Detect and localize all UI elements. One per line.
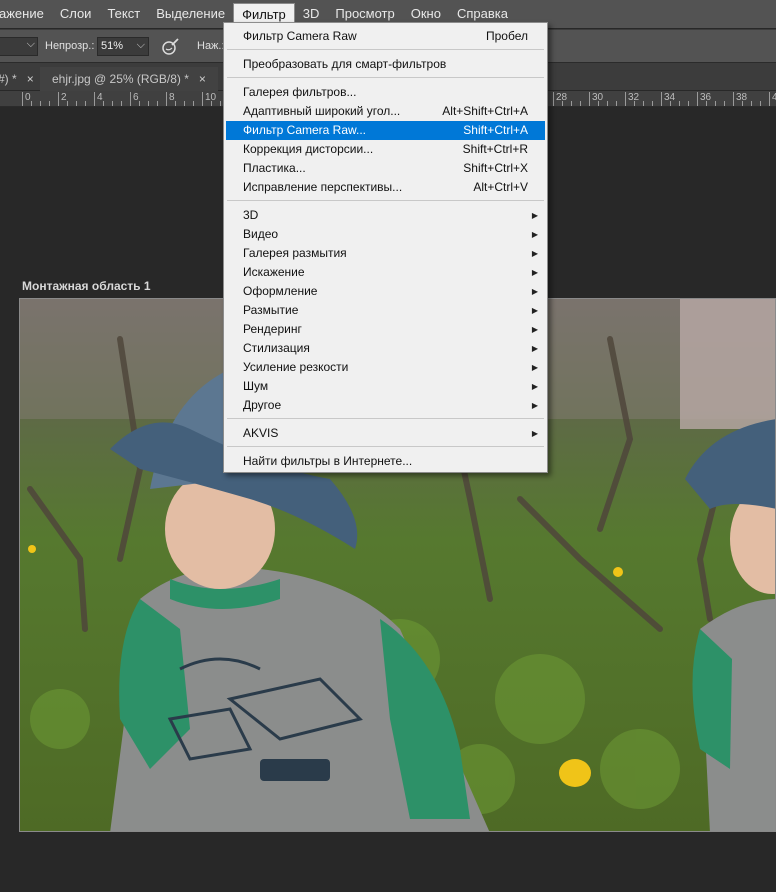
ruler-label: 28 bbox=[556, 92, 568, 103]
menu-item-akvis[interactable]: AKVIS ▶ bbox=[226, 424, 545, 443]
menu-separator bbox=[227, 418, 544, 419]
submenu-arrow-icon: ▶ bbox=[531, 249, 538, 258]
submenu-arrow-icon: ▶ bbox=[531, 429, 538, 438]
close-icon[interactable]: × bbox=[27, 72, 34, 86]
submenu-arrow-icon: ▶ bbox=[531, 230, 538, 239]
submenu-arrow-icon: ▶ bbox=[531, 382, 538, 391]
tab-document-2[interactable]: ehjr.jpg @ 25% (RGB/8) * × bbox=[40, 67, 218, 91]
tab-title: ehjr.jpg @ 25% (RGB/8) * bbox=[52, 72, 189, 86]
menu-item-render[interactable]: Рендеринг ▶ bbox=[226, 320, 545, 339]
menu-item-label: Шум bbox=[243, 379, 269, 393]
submenu-arrow-icon: ▶ bbox=[531, 344, 538, 353]
menu-item-shortcut: Shift+Ctrl+X bbox=[463, 161, 528, 175]
ruler-label: 8 bbox=[169, 92, 175, 103]
menu-item-label: Размытие bbox=[243, 303, 299, 317]
menu-item-label: Найти фильтры в Интернете... bbox=[243, 454, 413, 468]
menu-item-browse-online[interactable]: Найти фильтры в Интернете... bbox=[226, 452, 545, 471]
menu-item-label: Исправление перспективы... bbox=[243, 180, 403, 194]
menu-item-convert-smart[interactable]: Преобразовать для смарт-фильтров bbox=[226, 55, 545, 74]
menu-item-label: Коррекция дисторсии... bbox=[243, 142, 374, 156]
menu-item-shortcut: Shift+Ctrl+R bbox=[462, 142, 528, 156]
menu-item-shortcut: Пробел bbox=[486, 29, 528, 43]
chevron-down-icon: ⌵ bbox=[26, 38, 35, 50]
menu-item-3d[interactable]: 3D ▶ bbox=[226, 206, 545, 225]
menu-item-shortcut: Alt+Ctrl+V bbox=[473, 180, 528, 194]
menu-item-shortcut: Shift+Ctrl+A bbox=[463, 123, 528, 137]
menu-item-label: 3D bbox=[243, 208, 259, 222]
ruler-label: 38 bbox=[736, 92, 748, 103]
menu-item-label: Усиление резкости bbox=[243, 360, 349, 374]
chevron-down-icon: ⌵ bbox=[136, 39, 145, 51]
menu-item-label: Стилизация bbox=[243, 341, 310, 355]
menu-separator bbox=[227, 49, 544, 50]
pressure-label: Наж.: bbox=[197, 40, 225, 52]
menu-item-last-filter[interactable]: Фильтр Camera Raw Пробел bbox=[226, 27, 545, 46]
menu-separator bbox=[227, 200, 544, 201]
menu-item-label: Фильтр Camera Raw... bbox=[243, 123, 367, 137]
close-icon[interactable]: × bbox=[199, 72, 206, 86]
ruler-label: 2 bbox=[61, 92, 67, 103]
menu-item-label: Фильтр Camera Raw bbox=[243, 29, 357, 43]
menu-item-label: Галерея размытия bbox=[243, 246, 347, 260]
ruler-label: 10 bbox=[205, 92, 217, 103]
menu-item-sharpen[interactable]: Усиление резкости ▶ bbox=[226, 358, 545, 377]
menu-separator bbox=[227, 77, 544, 78]
menu-text[interactable]: Текст bbox=[99, 3, 148, 25]
ruler-label: 30 bbox=[592, 92, 604, 103]
submenu-arrow-icon: ▶ bbox=[531, 287, 538, 296]
submenu-arrow-icon: ▶ bbox=[531, 363, 538, 372]
menu-item-blur[interactable]: Размытие ▶ bbox=[226, 301, 545, 320]
ruler-label: 34 bbox=[664, 92, 676, 103]
menu-item-distort[interactable]: Искажение ▶ bbox=[226, 263, 545, 282]
menu-separator bbox=[227, 446, 544, 447]
opacity-field[interactable]: 51% ⌵ bbox=[97, 37, 149, 56]
submenu-arrow-icon: ▶ bbox=[531, 268, 538, 277]
ruler-label: 36 bbox=[700, 92, 712, 103]
airbrush-icon[interactable] bbox=[159, 36, 181, 58]
menu-item-video[interactable]: Видео ▶ bbox=[226, 225, 545, 244]
filter-menu: Фильтр Camera Raw Пробел Преобразовать д… bbox=[223, 22, 548, 473]
menu-item-other[interactable]: Другое ▶ bbox=[226, 396, 545, 415]
tab-document-1[interactable]: #) * × bbox=[0, 67, 34, 91]
menu-image[interactable]: ажение bbox=[0, 3, 52, 25]
menu-item-label: Оформление bbox=[243, 284, 318, 298]
ruler-label: 0 bbox=[25, 92, 31, 103]
menu-item-liquify[interactable]: Пластика... Shift+Ctrl+X bbox=[226, 159, 545, 178]
submenu-arrow-icon: ▶ bbox=[531, 306, 538, 315]
opacity-value: 51% bbox=[101, 40, 124, 52]
menu-item-blur-gallery[interactable]: Галерея размытия ▶ bbox=[226, 244, 545, 263]
mode-select[interactable]: ⌵ bbox=[0, 37, 38, 56]
opacity-label: Непрозр.: bbox=[45, 40, 95, 52]
menu-item-label: Пластика... bbox=[243, 161, 306, 175]
ruler-label: 32 bbox=[628, 92, 640, 103]
menu-item-vanishing-point[interactable]: Исправление перспективы... Alt+Ctrl+V bbox=[226, 178, 545, 197]
menu-item-shortcut: Alt+Shift+Ctrl+A bbox=[442, 104, 528, 118]
menu-item-label: Рендеринг bbox=[243, 322, 302, 336]
ruler-label: 4 bbox=[97, 92, 103, 103]
menu-item-label: Галерея фильтров... bbox=[243, 85, 357, 99]
menu-item-label: Адаптивный широкий угол... bbox=[243, 104, 401, 118]
tab-title: #) * bbox=[0, 72, 17, 86]
menu-item-stylize[interactable]: Стилизация ▶ bbox=[226, 339, 545, 358]
menu-item-label: AKVIS bbox=[243, 426, 279, 440]
artboard-label: Монтажная область 1 bbox=[22, 279, 151, 293]
menu-item-filter-gallery[interactable]: Галерея фильтров... bbox=[226, 83, 545, 102]
ruler-label: 6 bbox=[133, 92, 139, 103]
menu-item-noise[interactable]: Шум ▶ bbox=[226, 377, 545, 396]
submenu-arrow-icon: ▶ bbox=[531, 401, 538, 410]
menu-item-label: Другое bbox=[243, 398, 282, 412]
menu-item-pixelate[interactable]: Оформление ▶ bbox=[226, 282, 545, 301]
menu-item-label: Преобразовать для смарт-фильтров bbox=[243, 57, 447, 71]
submenu-arrow-icon: ▶ bbox=[531, 325, 538, 334]
ruler-label: 40 bbox=[772, 92, 776, 103]
menu-item-adaptive-wide-angle[interactable]: Адаптивный широкий угол... Alt+Shift+Ctr… bbox=[226, 102, 545, 121]
submenu-arrow-icon: ▶ bbox=[531, 211, 538, 220]
menu-item-lens-correction[interactable]: Коррекция дисторсии... Shift+Ctrl+R bbox=[226, 140, 545, 159]
menu-item-label: Искажение bbox=[243, 265, 305, 279]
menu-layers[interactable]: Слои bbox=[52, 3, 100, 25]
menu-item-camera-raw[interactable]: Фильтр Camera Raw... Shift+Ctrl+A bbox=[226, 121, 545, 140]
menu-select[interactable]: Выделение bbox=[148, 3, 233, 25]
menu-item-label: Видео bbox=[243, 227, 279, 241]
